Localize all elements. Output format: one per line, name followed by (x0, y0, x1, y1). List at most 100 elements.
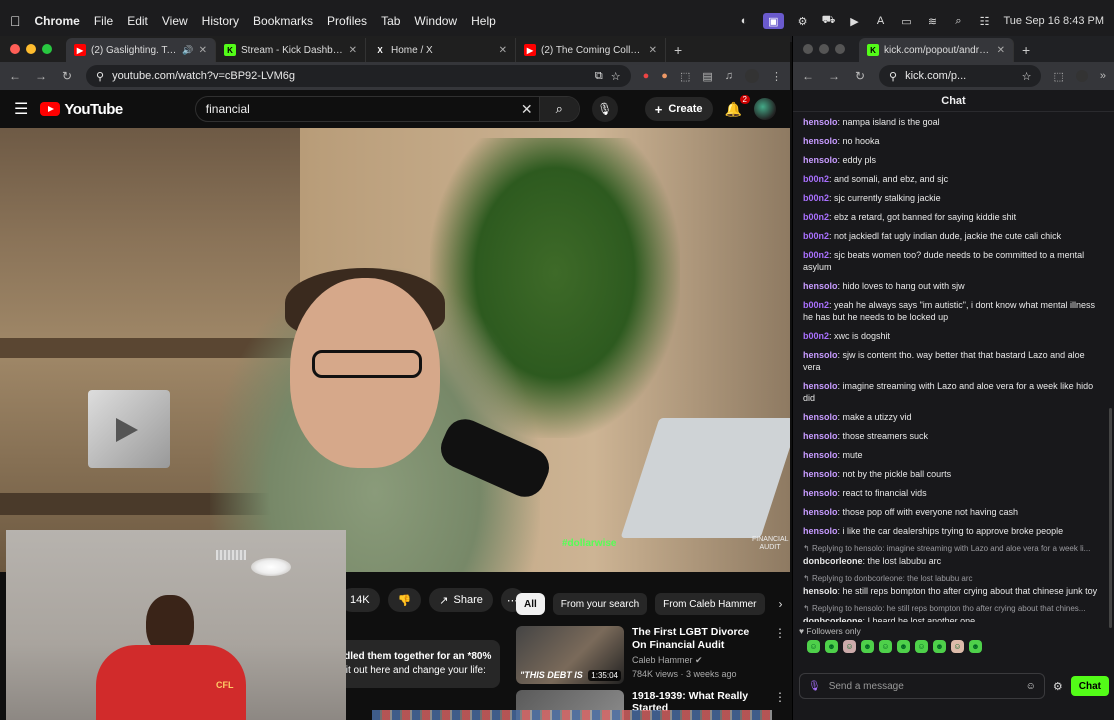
chat-username[interactable]: hensolo (803, 488, 838, 498)
chat-username[interactable]: b00n2 (803, 174, 829, 184)
chat-username[interactable]: b00n2 (803, 331, 829, 341)
tab-youtube-collapse[interactable]: ▶ (2) The Coming Collapse of F ✕ (516, 38, 666, 62)
send-message-input[interactable]: 🎙 Send a message ☺ (799, 673, 1045, 699)
dislike-button[interactable]: 👎 (387, 588, 422, 612)
chat-username[interactable]: hensolo (803, 450, 838, 460)
screen-share-icon[interactable]: ▣ (763, 13, 784, 29)
menu-file[interactable]: File (94, 14, 113, 28)
notifications-button[interactable]: 🔔 2 (725, 94, 750, 118)
video-player[interactable]: #dollarwise FINANCIAL AUDIT (0, 128, 790, 572)
hamburger-menu-icon[interactable]: ☰ (14, 99, 28, 119)
channel-name[interactable]: Caleb Hammer ✔ (632, 654, 766, 666)
chat-username[interactable]: hensolo (803, 281, 838, 291)
video-thumbnail[interactable]: "THIS DEBT IS 1:35:04 (516, 626, 624, 684)
reload-icon[interactable]: ↻ (60, 69, 74, 83)
chat-username[interactable]: b00n2 (803, 300, 829, 310)
emote-icon[interactable]: ☻ (897, 640, 910, 653)
menubar-clock[interactable]: Tue Sep 16 8:43 PM (1004, 15, 1105, 27)
reply-context[interactable]: ↰ Replying to donbcorleone: the lost lab… (803, 574, 1104, 584)
video-title[interactable]: The First LGBT Divorce On Financial Audi… (632, 626, 766, 652)
close-tab-icon[interactable]: ✕ (499, 45, 507, 56)
chat-username[interactable]: hensolo (803, 117, 838, 127)
chat-username[interactable]: hensolo (803, 526, 838, 536)
forward-icon[interactable]: → (827, 69, 841, 83)
forward-icon[interactable]: → (34, 69, 48, 83)
emote-icon[interactable]: ☺ (807, 640, 820, 653)
emote-icon[interactable]: ☻ (861, 640, 874, 653)
menu-view[interactable]: View (162, 14, 188, 28)
emote-icon[interactable]: ☻ (933, 640, 946, 653)
chevron-right-icon[interactable]: › (779, 597, 783, 611)
close-tab-icon[interactable]: ✕ (349, 45, 357, 56)
bookmark-star-icon[interactable]: ☆ (611, 70, 621, 83)
emote-icon[interactable]: ☺ (951, 640, 964, 653)
tab-x-home[interactable]: X Home / X ✕ (366, 38, 516, 62)
video-menu-icon[interactable]: ⋮ (774, 626, 786, 686)
menu-help[interactable]: Help (471, 14, 496, 28)
menu-app[interactable]: Chrome (35, 14, 80, 28)
close-window-button[interactable] (10, 44, 20, 54)
profile-avatar[interactable] (1075, 70, 1088, 82)
profile-avatar[interactable] (745, 69, 759, 83)
chip-from-your-search[interactable]: From your search (552, 593, 648, 615)
battery-icon[interactable]: ▭ (900, 15, 914, 28)
emote-icon[interactable]: ☺ (843, 640, 856, 653)
chatgpt-icon[interactable]: ⚙ (796, 15, 810, 28)
chat-username[interactable]: hensolo (803, 412, 838, 422)
send-chat-button[interactable]: Chat (1070, 676, 1109, 696)
close-tab-icon[interactable]: ✕ (649, 45, 657, 56)
zoom-window-button[interactable] (42, 44, 52, 54)
obs-icon[interactable]: ◐ (737, 15, 751, 27)
tab-kick-dashboard[interactable]: K Stream - Kick Dashboard ✕ (216, 38, 366, 62)
minimize-window-button[interactable] (819, 44, 829, 54)
youtube-logo[interactable]: YouTube (40, 101, 123, 118)
minimize-window-button[interactable] (26, 44, 36, 54)
back-icon[interactable]: ← (8, 69, 22, 83)
menu-profiles[interactable]: Profiles (327, 14, 367, 28)
extensions-puzzle-icon[interactable]: ⬚ (680, 70, 690, 83)
chip-all[interactable]: All (516, 593, 545, 615)
mic-icon[interactable]: 🎙 (808, 681, 821, 692)
back-icon[interactable]: ← (801, 69, 815, 83)
chat-messages[interactable]: hensolo: nampa island is the goal hensolo… (793, 112, 1114, 622)
site-info-icon[interactable]: ⚲ (889, 70, 897, 83)
chat-username[interactable]: b00n2 (803, 212, 829, 222)
apple-icon[interactable]:  (10, 13, 21, 29)
macos-dock[interactable] (372, 710, 772, 720)
chat-username[interactable]: hensolo (803, 381, 838, 391)
menu-edit[interactable]: Edit (127, 14, 148, 28)
close-tab-icon[interactable]: ✕ (199, 45, 207, 56)
menu-history[interactable]: History (202, 14, 239, 28)
extension-red-icon[interactable]: ● (643, 70, 650, 82)
menu-bookmarks[interactable]: Bookmarks (253, 14, 313, 28)
emote-icon[interactable]: ☻ (969, 640, 982, 653)
speaker-icon[interactable]: 🔊 (182, 45, 193, 56)
tab-youtube-gaslighting[interactable]: ▶ (2) Gaslighting. Toxic. B*t 🔊 ✕ (66, 38, 216, 62)
play-circle-icon[interactable]: ▶ (848, 15, 862, 28)
menu-tab[interactable]: Tab (381, 14, 400, 28)
emote-icon[interactable]: ☻ (825, 640, 838, 653)
new-tab-button[interactable]: + (1014, 38, 1038, 62)
emote-icon[interactable]: ☺ (915, 640, 928, 653)
close-tab-icon[interactable]: ✕ (997, 45, 1005, 56)
voice-search-button[interactable]: 🎙 (591, 96, 618, 122)
chat-username[interactable]: hensolo (803, 155, 838, 165)
chrome-menu-icon[interactable]: ⋮ (771, 70, 782, 83)
video-description[interactable]: ndled them together for an *80% k it out… (330, 640, 500, 688)
search-icon[interactable]: ⌕ (952, 15, 966, 27)
car-icon[interactable]: ⛟ (822, 14, 836, 27)
sidepanel-icon[interactable]: ▤ (702, 70, 712, 83)
chat-username[interactable]: donbcorleone (803, 616, 863, 622)
share-button[interactable]: ↗ Share (429, 588, 493, 612)
chat-settings-gear-icon[interactable]: ⚙ (1053, 680, 1063, 693)
extensions-puzzle-icon[interactable]: ⬚ (1053, 70, 1063, 83)
control-center-icon[interactable]: ☷ (978, 15, 992, 28)
extension-bottle-icon[interactable]: ● (661, 70, 668, 82)
a-icon[interactable]: A (874, 15, 888, 27)
chat-username[interactable]: b00n2 (803, 250, 829, 260)
chat-username[interactable]: hensolo (803, 507, 838, 517)
search-input[interactable]: financial (196, 102, 515, 116)
reload-icon[interactable]: ↻ (853, 69, 867, 83)
zoom-window-button[interactable] (835, 44, 845, 54)
menu-window[interactable]: Window (414, 14, 457, 28)
